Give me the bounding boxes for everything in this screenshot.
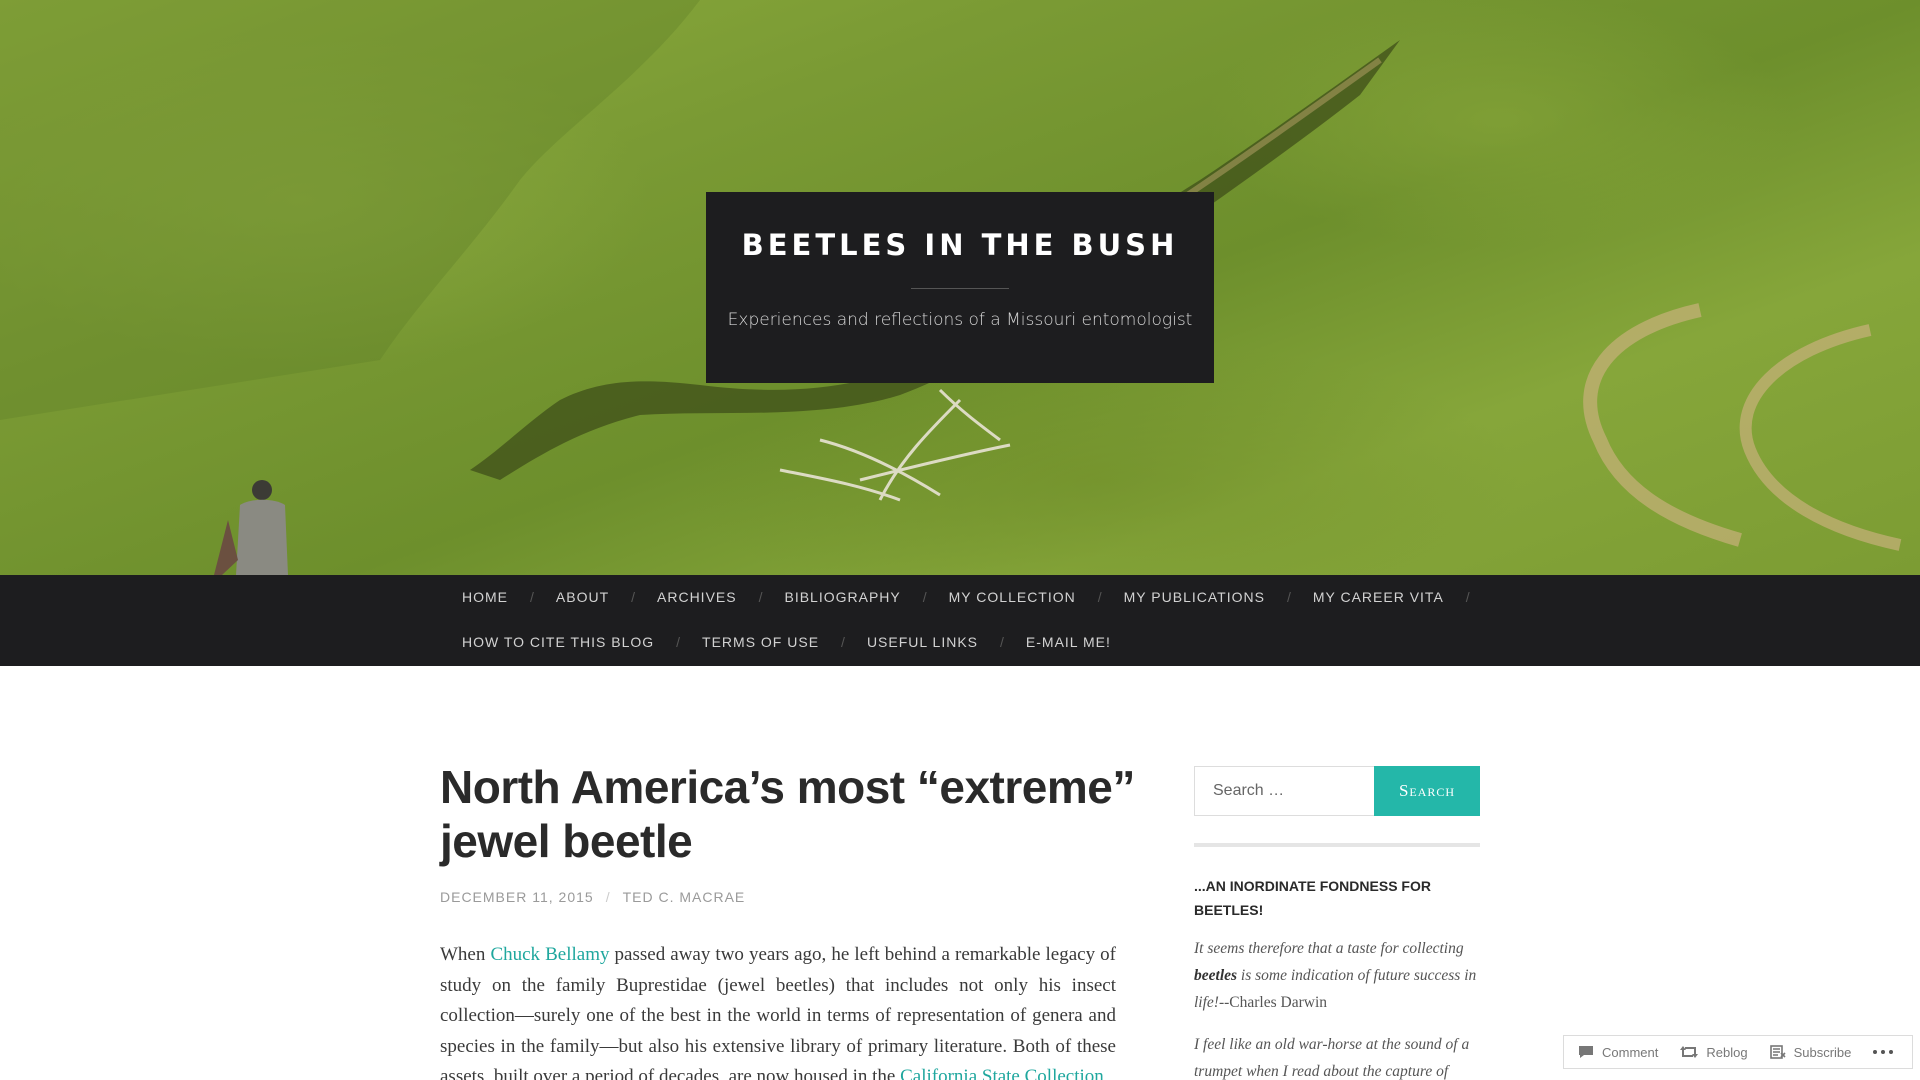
dot — [1889, 1050, 1894, 1054]
link-chuck-bellamy[interactable]: Chuck Bellamy — [490, 944, 609, 965]
nav-item-how-to-cite[interactable]: HOW TO CITE THIS BLOG — [462, 634, 654, 650]
subscribe-icon — [1769, 1045, 1786, 1059]
nav-item-useful-links[interactable]: USEFUL LINKS — [867, 634, 978, 650]
nav-item-about[interactable]: ABOUT — [556, 589, 609, 605]
nav-item-my-collection[interactable]: MY COLLECTION — [949, 589, 1076, 605]
reblog-button[interactable]: Reblog — [1680, 1044, 1748, 1060]
subscribe-label: Subscribe — [1793, 1044, 1852, 1060]
title-divider — [911, 288, 1009, 289]
nav-separator: / — [530, 589, 534, 605]
site-branding: BEETLES IN THE BUSH Experiences and refl… — [706, 192, 1214, 383]
widget-quote-darwin: It seems therefore that a taste for coll… — [1194, 935, 1486, 1016]
dot — [1881, 1050, 1886, 1054]
post-date[interactable]: DECEMBER 11, 2015 — [440, 889, 594, 905]
nav-separator: / — [1465, 589, 1470, 605]
nav-separator: / — [1097, 589, 1102, 605]
nav-row-2: HOW TO CITE THIS BLOG / TERMS OF USE / U… — [462, 632, 1111, 652]
nav-item-my-publications[interactable]: MY PUBLICATIONS — [1124, 589, 1265, 605]
nav-separator: / — [841, 634, 845, 650]
hiker-figure — [214, 480, 288, 575]
link-california-state-collection[interactable]: California State Collection — [900, 1066, 1104, 1080]
nav-item-email-me[interactable]: E-MAIL ME! — [1026, 634, 1111, 650]
comment-label: Comment — [1602, 1044, 1659, 1060]
nav-separator: / — [1000, 634, 1004, 650]
widget-divider — [1194, 843, 1480, 847]
reblog-icon — [1680, 1046, 1699, 1058]
quote-author: --Charles Darwin — [1218, 994, 1327, 1011]
nav-item-archives[interactable]: ARCHIVES — [657, 589, 737, 605]
nav-separator: / — [631, 589, 636, 605]
post-title[interactable]: North America’s most “extreme” jewel bee… — [440, 760, 1140, 868]
action-bar: Comment Reblog Subscribe — [1563, 1035, 1913, 1069]
reblog-label: Reblog — [1706, 1044, 1748, 1060]
nav-item-bibliography[interactable]: BIBLIOGRAPHY — [784, 589, 900, 605]
body-text: When — [440, 944, 491, 965]
nav-item-terms-of-use[interactable]: TERMS OF USE — [702, 634, 819, 650]
header-image: BEETLES IN THE BUSH Experiences and refl… — [0, 0, 1920, 575]
post-content: When Chuck Bellamy passed away two years… — [440, 940, 1116, 1080]
widget-quote-2: I feel like an old war-horse at the soun… — [1194, 1031, 1486, 1080]
quote-bold: beetles — [1194, 967, 1238, 984]
dot — [1873, 1050, 1878, 1054]
more-options-icon[interactable] — [1873, 1050, 1894, 1054]
nav-item-home[interactable]: HOME — [462, 589, 508, 605]
widget-title: ...AN INORDINATE FONDNESS FOR BEETLES! — [1194, 878, 1431, 918]
site-tagline: Experiences and reflections of a Missour… — [727, 310, 1193, 330]
nav-row-1: HOME / ABOUT / ARCHIVES / BIBLIOGRAPHY /… — [462, 587, 1492, 607]
subscribe-button[interactable]: Subscribe — [1769, 1044, 1852, 1060]
nav-separator: / — [922, 589, 927, 605]
meta-separator: / — [605, 889, 611, 905]
comment-button[interactable]: Comment — [1578, 1045, 1658, 1060]
site-title[interactable]: BEETLES IN THE BUSH — [706, 228, 1214, 262]
quote-text: It seems therefore that a taste for coll… — [1194, 940, 1464, 957]
search-button[interactable]: Search — [1374, 766, 1480, 816]
quote-text: I feel like an old war-horse at the soun… — [1194, 1036, 1470, 1080]
search-input[interactable] — [1194, 766, 1374, 816]
nav-item-my-career-vita[interactable]: MY CAREER VITA — [1313, 589, 1444, 605]
post-author[interactable]: TED C. MACRAE — [623, 889, 746, 905]
post-meta: DECEMBER 11, 2015 / TED C. MACRAE — [440, 889, 745, 905]
nav-separator: / — [1286, 589, 1291, 605]
nav-separator: / — [758, 589, 763, 605]
comment-icon — [1579, 1046, 1593, 1058]
nav-separator: / — [676, 634, 681, 650]
